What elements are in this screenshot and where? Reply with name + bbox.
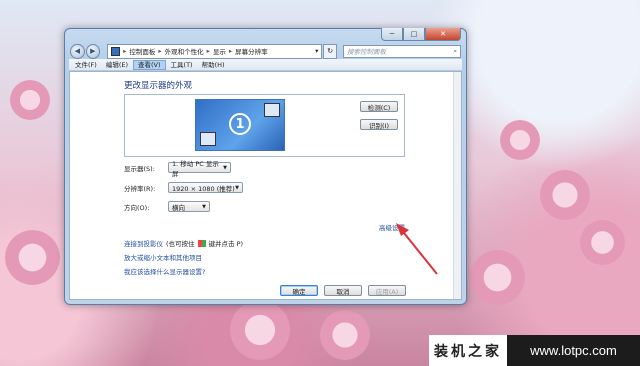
window-icon <box>264 103 280 117</box>
orientation-select[interactable]: 横向 ▼ <box>168 201 210 212</box>
resolution-select[interactable]: 1920 × 1080 (推荐) ▼ <box>168 182 243 193</box>
display-row: 显示器(S): 1. 移动 PC 显示屏 ▼ <box>124 160 231 178</box>
blossom-decoration <box>5 230 60 285</box>
breadcrumb-separator: ▸ <box>158 47 162 55</box>
screen-resolution-window: ─ □ ✕ ◀ ▶ ▸ 控制面板 ▸ 外观和个性化 ▸ 显示 ▸ 屏幕分辨率 ▾… <box>64 28 467 305</box>
address-bar[interactable]: ▸ 控制面板 ▸ 外观和个性化 ▸ 显示 ▸ 屏幕分辨率 ▾ <box>107 43 323 59</box>
dialog-buttons: 确定 取消 应用(A) <box>280 285 406 296</box>
windows-logo-icon <box>197 239 206 247</box>
chevron-down-icon[interactable]: ▾ <box>315 47 321 55</box>
chevron-down-icon: ▼ <box>223 164 227 171</box>
which-setting-link[interactable]: 我应该选择什么显示器设置? <box>124 266 205 276</box>
connect-projector-link[interactable]: 连接到投影仪 <box>124 238 163 248</box>
chevron-down-icon: ▼ <box>202 203 206 210</box>
menu-help[interactable]: 帮助(H) <box>198 60 229 70</box>
vertical-scrollbar[interactable] <box>453 72 461 299</box>
projector-row: 连接到投影仪 (也可按住 键并点击 P) <box>124 238 243 248</box>
watermark-url: www.lotpc.com <box>507 335 640 366</box>
menu-bar: 文件(F) 编辑(E) 查看(V) 工具(T) 帮助(H) <box>69 59 462 71</box>
blossom-decoration <box>10 80 50 120</box>
blossom-decoration <box>580 220 625 265</box>
projector-hint: (也可按住 <box>166 240 195 248</box>
breadcrumb-separator: ▸ <box>206 47 210 55</box>
breadcrumb-item[interactable]: 显示 <box>213 46 226 56</box>
menu-edit[interactable]: 编辑(E) <box>102 60 132 70</box>
minimize-button[interactable]: ─ <box>381 28 403 41</box>
caption-buttons: ─ □ ✕ <box>381 28 461 41</box>
display-value: 1. 移动 PC 显示屏 <box>172 159 219 178</box>
orientation-label: 方向(O): <box>124 203 150 212</box>
breadcrumb-item[interactable]: 控制面板 <box>129 46 155 56</box>
navigation-bar: ◀ ▶ ▸ 控制面板 ▸ 外观和个性化 ▸ 显示 ▸ 屏幕分辨率 ▾ ↻ 搜索控… <box>70 43 462 59</box>
monitor-number: 1 <box>229 113 251 135</box>
breadcrumb-item[interactable]: 屏幕分辨率 <box>235 46 268 56</box>
blossom-decoration <box>320 310 370 360</box>
watermark-brand: 装机之家 <box>429 335 507 366</box>
search-icon[interactable]: ⌕ <box>453 47 457 56</box>
maximize-button[interactable]: □ <box>403 28 425 41</box>
search-placeholder: 搜索控制面板 <box>347 48 387 56</box>
resolution-label: 分辨率(R): <box>124 184 156 193</box>
close-button[interactable]: ✕ <box>425 28 461 41</box>
advanced-settings-link[interactable]: 高级设置 <box>379 222 405 232</box>
content-pane: 更改显示器的外观 1 检测(C) 识别(I) 显示器(S): 1. 移动 PC … <box>69 71 462 300</box>
back-icon[interactable]: ◀ <box>70 43 85 59</box>
blossom-decoration <box>500 120 540 160</box>
blossom-decoration <box>540 170 590 220</box>
display-select[interactable]: 1. 移动 PC 显示屏 ▼ <box>168 160 231 178</box>
blossom-decoration <box>230 300 290 360</box>
monitor-1-thumbnail[interactable]: 1 <box>195 99 285 151</box>
resolution-value: 1920 × 1080 (推荐) <box>172 184 235 193</box>
window-icon <box>200 132 216 146</box>
menu-tools[interactable]: 工具(T) <box>167 60 197 70</box>
chevron-down-icon: ▼ <box>235 184 239 191</box>
orientation-row: 方向(O): 横向 ▼ <box>124 201 210 212</box>
resolution-row: 分辨率(R): 1920 × 1080 (推荐) ▼ <box>124 182 243 193</box>
orientation-value: 横向 <box>172 203 185 212</box>
breadcrumb-separator: ▸ <box>123 47 127 55</box>
display-label: 显示器(S): <box>124 164 155 173</box>
detect-button[interactable]: 检测(C) <box>360 101 398 112</box>
identify-button[interactable]: 识别(I) <box>360 119 398 130</box>
control-panel-icon <box>111 46 121 56</box>
ok-button[interactable]: 确定 <box>280 285 318 296</box>
apply-button[interactable]: 应用(A) <box>368 285 406 296</box>
forward-icon[interactable]: ▶ <box>85 43 101 59</box>
breadcrumb-separator: ▸ <box>228 47 233 55</box>
breadcrumb-item[interactable]: 外观和个性化 <box>165 46 204 56</box>
menu-view[interactable]: 查看(V) <box>133 59 166 70</box>
page-title: 更改显示器的外观 <box>124 81 193 91</box>
cancel-button[interactable]: 取消 <box>324 285 362 296</box>
text-size-link[interactable]: 放大或缩小文本和其他项目 <box>124 252 202 262</box>
site-watermark: 装机之家 www.lotpc.com <box>429 335 640 366</box>
search-input[interactable]: 搜索控制面板 ⌕ <box>343 44 462 58</box>
projector-hint-end: 键并点击 P) <box>208 240 244 248</box>
blossom-decoration <box>470 250 525 305</box>
refresh-icon[interactable]: ↻ <box>323 43 338 59</box>
menu-file[interactable]: 文件(F) <box>71 60 101 70</box>
